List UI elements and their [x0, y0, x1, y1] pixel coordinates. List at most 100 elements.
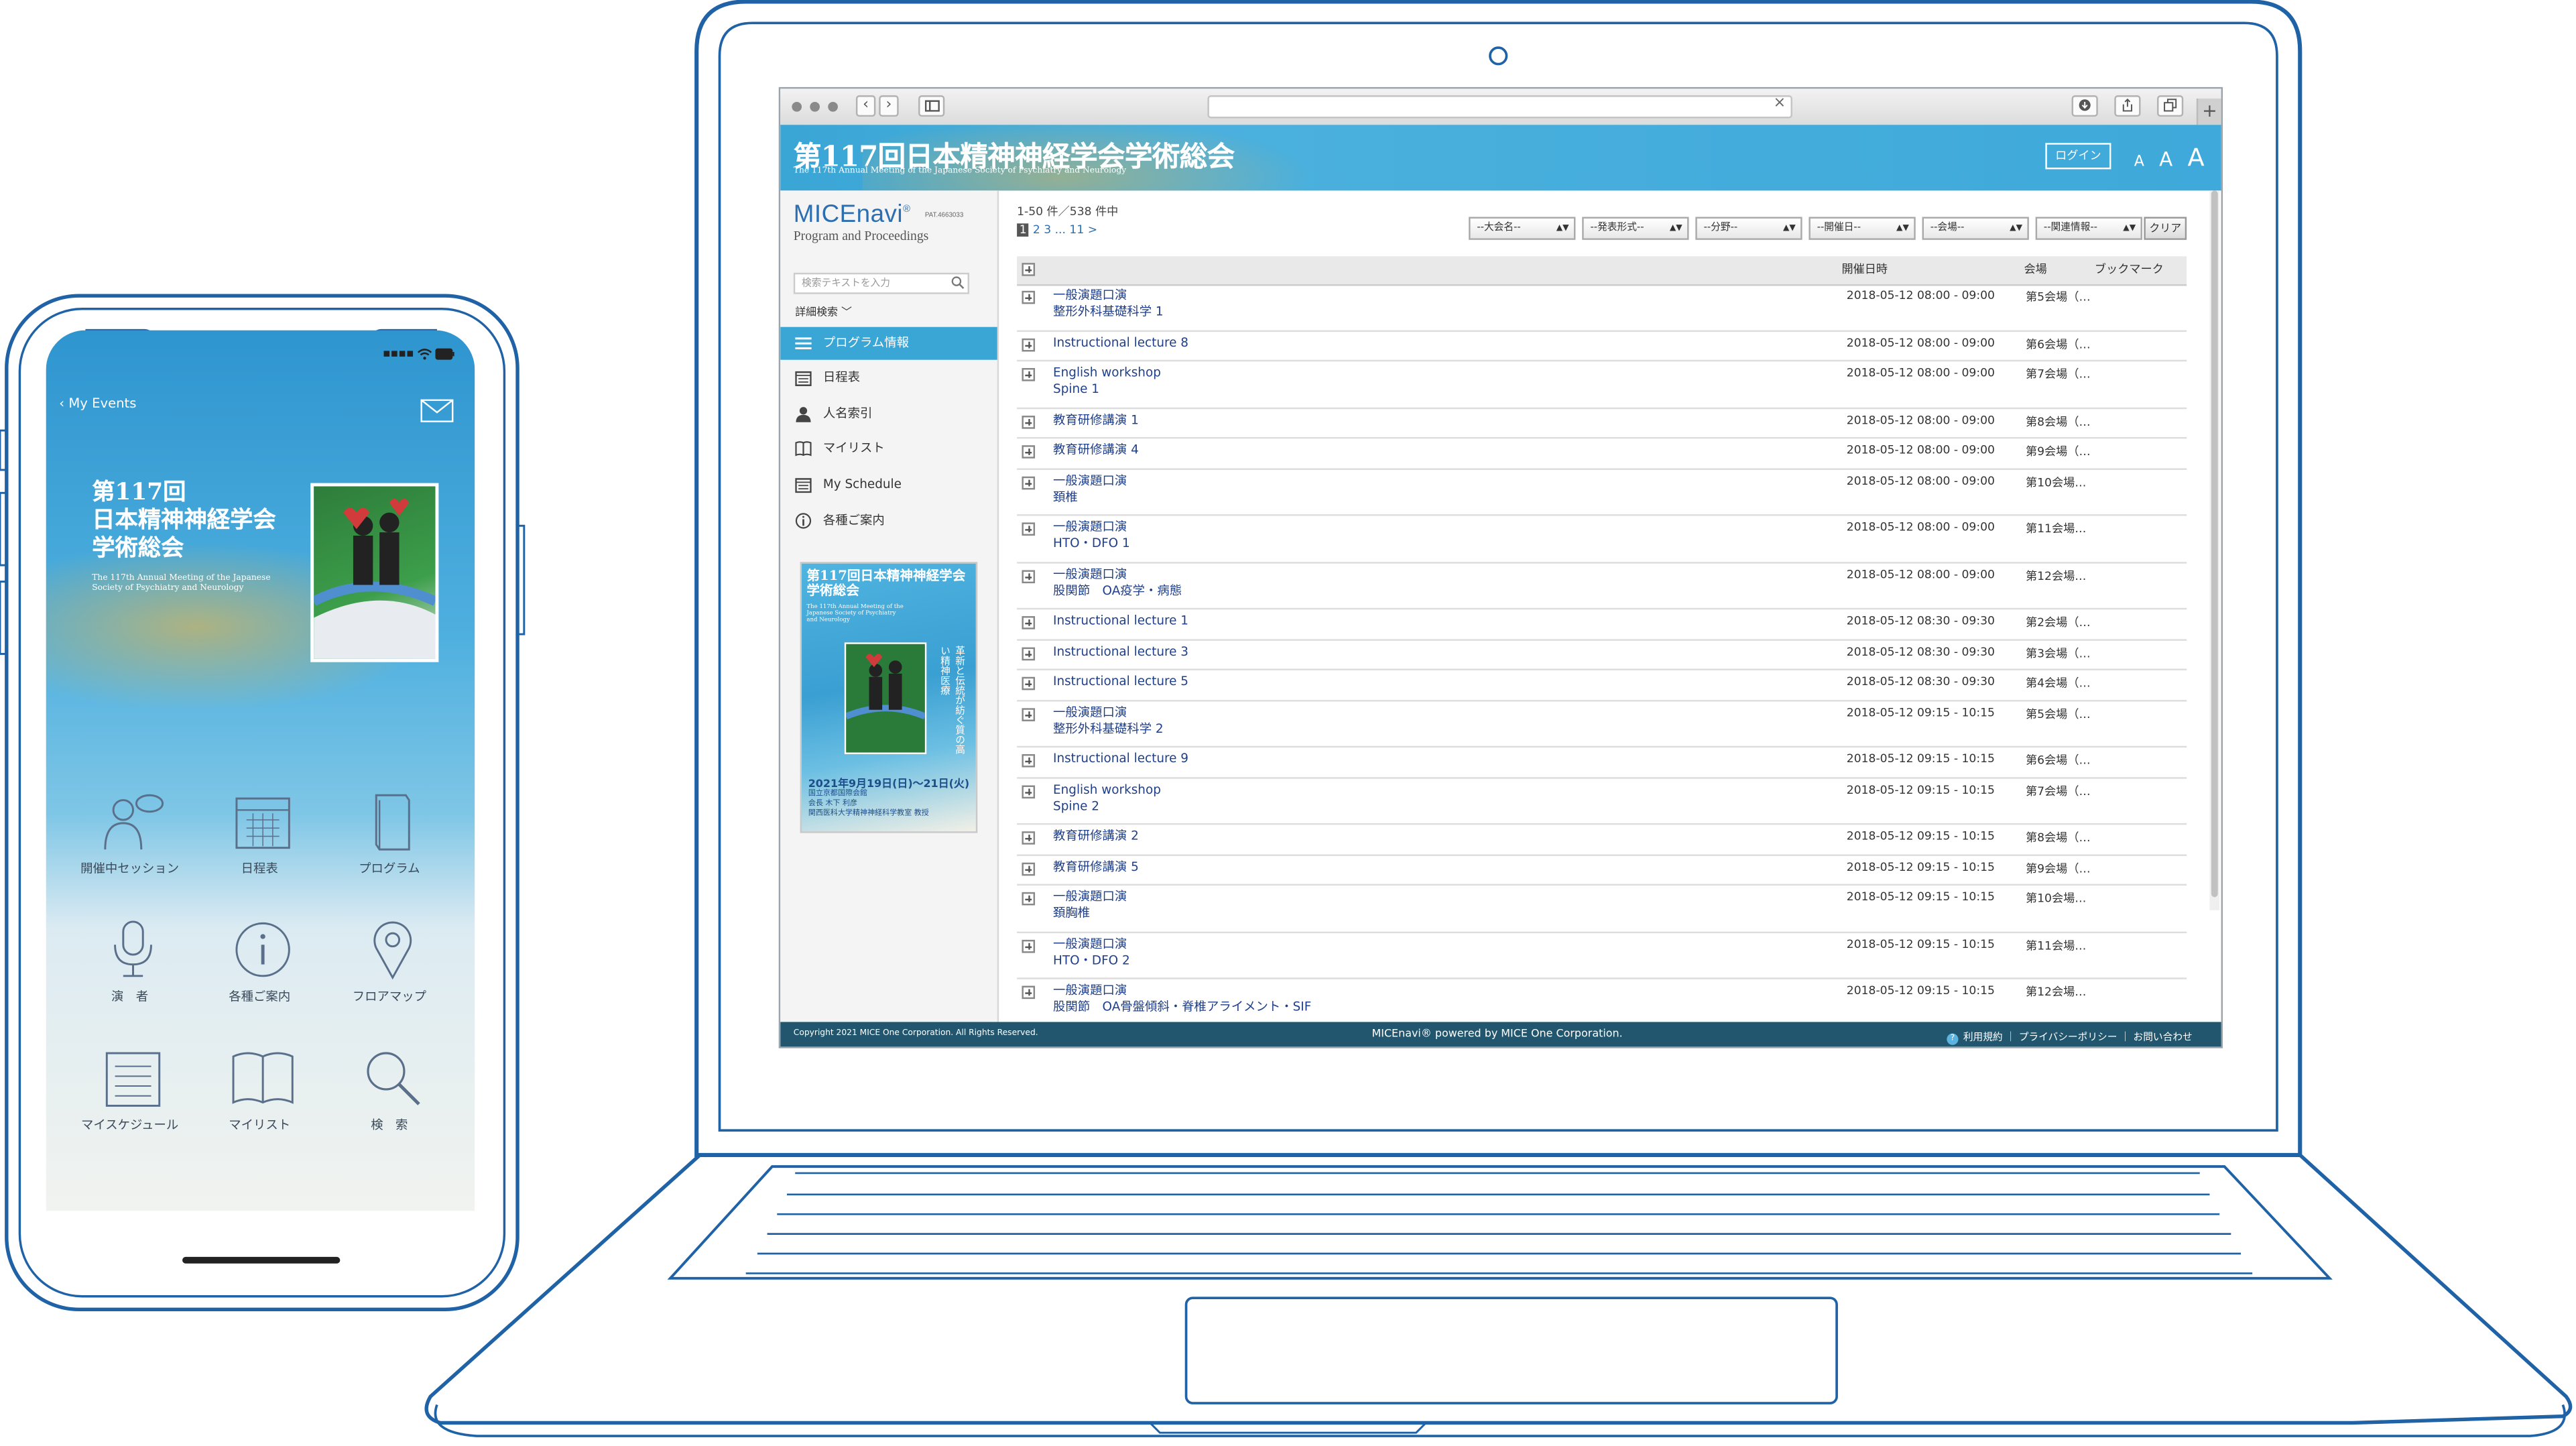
table-row[interactable]: 一般演題口演 整形外科基礎科学 2 2018-05-12 09:15 - 10:15…	[1017, 701, 2187, 748]
window-maximize-icon[interactable]	[828, 101, 838, 112]
expand-row-icon[interactable]	[1022, 475, 1036, 489]
expand-row-icon[interactable]	[1022, 569, 1036, 583]
session-title[interactable]: Instructional lecture 3	[1053, 644, 1188, 660]
session-title[interactable]: English workshop Spine 1	[1053, 365, 1161, 398]
session-title[interactable]: 一般演題口演 頚胸椎	[1053, 889, 1127, 922]
nav-information[interactable]: 各種ご案内	[780, 504, 997, 537]
session-title[interactable]: English workshop Spine 2	[1053, 781, 1161, 814]
table-row[interactable]: Instructional lecture 1 2018-05-12 08:30 …	[1017, 609, 2187, 640]
session-title[interactable]: Instructional lecture 9	[1053, 751, 1188, 768]
page-current[interactable]: 1	[1017, 223, 1030, 237]
filter-format-select[interactable]: --発表形式-- ▲▼	[1582, 217, 1689, 240]
table-row[interactable]: 一般演題口演 頚椎 2018-05-12 08:00 - 09:00 第10会場…	[1017, 469, 2187, 516]
table-row[interactable]: 一般演題口演 HTO・DFO 1 2018-05-12 08:00 - 09:00 第…	[1017, 516, 2187, 563]
table-row[interactable]: Instructional lecture 9 2018-05-12 09:15 …	[1017, 747, 2187, 778]
session-title[interactable]: 一般演題口演 股関節 OA疫学・病態	[1053, 566, 1182, 599]
clear-url-icon[interactable]: ×	[1774, 95, 1786, 112]
session-title[interactable]: 一般演題口演 HTO・DFO 2	[1053, 936, 1130, 969]
font-size-small-button[interactable]: A	[2134, 154, 2144, 171]
nav-schedule[interactable]: 日程表	[780, 361, 997, 394]
filter-date-select[interactable]: --開催日-- ▲▼	[1808, 217, 1916, 240]
event-poster[interactable]: 第117回日本精神神経学会学術総会 The 117th Annual Meeti…	[800, 562, 978, 833]
session-title[interactable]: 一般演題口演 HTO・DFO 1	[1053, 519, 1130, 552]
table-row[interactable]: 一般演題口演 股関節 OA骨盤傾斜・脊椎アライメント・SIF 2018-05-12 …	[1017, 979, 2187, 1026]
expand-row-icon[interactable]	[1022, 985, 1036, 1000]
session-title[interactable]: 一般演題口演 整形外科基礎科学 1	[1053, 288, 1164, 320]
table-row[interactable]: 一般演題口演 HTO・DFO 2 2018-05-12 09:15 - 10:15 第…	[1017, 932, 2187, 979]
session-title[interactable]: 教育研修講演 2	[1053, 828, 1139, 845]
table-row[interactable]: 教育研修講演 1 2018-05-12 08:00 - 09:00 第8会場（…	[1017, 408, 2187, 439]
column-venue[interactable]: 会場	[2024, 256, 2047, 284]
table-row[interactable]: Instructional lecture 5 2018-05-12 08:30 …	[1017, 670, 2187, 701]
nav-my-schedule[interactable]: My Schedule	[780, 469, 997, 501]
expand-row-icon[interactable]	[1022, 676, 1036, 690]
table-row[interactable]: 教育研修講演 4 2018-05-12 08:00 - 09:00 第9会場（…	[1017, 438, 2187, 469]
login-button[interactable]: ログイン	[2045, 143, 2111, 170]
patent-number: PAT.4663033	[924, 210, 964, 219]
table-row[interactable]: 教育研修講演 2 2018-05-12 09:15 - 10:15 第8会場（…	[1017, 825, 2187, 855]
expand-row-icon[interactable]	[1022, 290, 1036, 304]
filter-meeting-select[interactable]: --大会名-- ▲▼	[1469, 217, 1576, 240]
new-tab-button[interactable]: +	[2196, 99, 2221, 125]
session-title[interactable]: 一般演題口演 頚椎	[1053, 473, 1127, 505]
session-title[interactable]: Instructional lecture 1	[1053, 613, 1188, 629]
expand-row-icon[interactable]	[1022, 368, 1036, 381]
filter-related-select[interactable]: --関連情報-- ▲▼	[2035, 217, 2142, 240]
table-row[interactable]: English workshop Spine 1 2018-05-12 08:00 …	[1017, 361, 2187, 409]
browser-forward-button[interactable]: ›	[879, 95, 899, 117]
font-size-medium-button[interactable]: A	[2159, 148, 2172, 171]
page-links[interactable]: 2 3 ... 11 >	[1029, 223, 1097, 237]
expand-row-icon[interactable]	[1022, 445, 1036, 459]
table-row[interactable]: Instructional lecture 3 2018-05-12 08:30 …	[1017, 640, 2187, 670]
session-title[interactable]: 一般演題口演 股関節 OA骨盤傾斜・脊椎アライメント・SIF	[1053, 983, 1311, 1016]
session-title-line: Instructional lecture 9	[1053, 751, 1189, 766]
expand-row-icon[interactable]	[1022, 831, 1036, 845]
session-title[interactable]: 教育研修講演 5	[1053, 859, 1139, 876]
expand-row-icon[interactable]	[1022, 861, 1036, 876]
session-title[interactable]: 教育研修講演 1	[1053, 412, 1139, 428]
expand-all-icon[interactable]	[1022, 263, 1036, 276]
window-close-icon[interactable]	[792, 101, 802, 112]
session-title[interactable]: Instructional lecture 8	[1053, 335, 1188, 351]
share-icon[interactable]	[2114, 95, 2141, 117]
search-icon[interactable]	[951, 276, 965, 290]
table-row[interactable]: 一般演題口演 整形外科基礎科学 1 2018-05-12 08:00 - 09:00…	[1017, 284, 2187, 331]
expand-row-icon[interactable]	[1022, 522, 1036, 536]
table-row[interactable]: 一般演題口演 頚胸椎 2018-05-12 09:15 - 10:15 第10会場…	[1017, 886, 2187, 932]
table-row[interactable]: 教育研修講演 5 2018-05-12 09:15 - 10:15 第9会場（…	[1017, 855, 2187, 886]
expand-row-icon[interactable]	[1022, 892, 1036, 906]
column-datetime[interactable]: 開催日時	[1841, 256, 1888, 284]
browser-back-button[interactable]: ‹	[855, 95, 876, 117]
expand-row-icon[interactable]	[1022, 337, 1036, 351]
table-row[interactable]: 一般演題口演 股関節 OA疫学・病態 2018-05-12 08:00 - 09:0…	[1017, 562, 2187, 610]
download-icon[interactable]	[2071, 95, 2098, 117]
table-row[interactable]: Instructional lecture 8 2018-05-12 08:00 …	[1017, 331, 2187, 362]
nav-my-list[interactable]: マイリスト	[780, 432, 997, 465]
footer-link-list[interactable]: 利用規約 ｜ プライバシーポリシー ｜ お問い合わせ	[1963, 1032, 2193, 1043]
scrollbar-thumb[interactable]	[2211, 190, 2218, 898]
nav-person-index[interactable]: 人名索引	[780, 398, 997, 430]
expand-row-icon[interactable]	[1022, 784, 1036, 798]
tabs-icon[interactable]	[2157, 95, 2184, 117]
expand-row-icon[interactable]	[1022, 414, 1036, 428]
session-title[interactable]: 一般演題口演 整形外科基礎科学 2	[1053, 704, 1164, 737]
table-row[interactable]: English workshop Spine 2 2018-05-12 09:15 …	[1017, 778, 2187, 825]
session-title[interactable]: 教育研修講演 4	[1053, 442, 1139, 459]
scrollbar[interactable]	[2209, 190, 2220, 910]
filter-venue-select[interactable]: --会場-- ▲▼	[1922, 217, 2029, 240]
nav-program-info[interactable]: プログラム情報	[780, 326, 997, 360]
font-size-large-button[interactable]: A	[2188, 143, 2205, 172]
expand-row-icon[interactable]	[1022, 616, 1036, 629]
session-title[interactable]: Instructional lecture 5	[1053, 674, 1188, 690]
expand-row-icon[interactable]	[1022, 646, 1036, 660]
window-minimize-icon[interactable]	[810, 101, 820, 112]
search-input[interactable]: 検索テキストを入力	[793, 272, 970, 294]
advanced-search-link[interactable]: 詳細検索 ﹀	[795, 302, 852, 319]
address-bar[interactable]: ×	[1207, 95, 1792, 119]
expand-row-icon[interactable]	[1022, 939, 1036, 953]
sidebar-toggle-icon[interactable]	[918, 95, 945, 117]
filter-field-select[interactable]: --分野-- ▲▼	[1695, 217, 1802, 240]
expand-row-icon[interactable]	[1022, 707, 1036, 721]
clear-button[interactable]: クリア	[2144, 217, 2187, 240]
expand-row-icon[interactable]	[1022, 754, 1036, 768]
